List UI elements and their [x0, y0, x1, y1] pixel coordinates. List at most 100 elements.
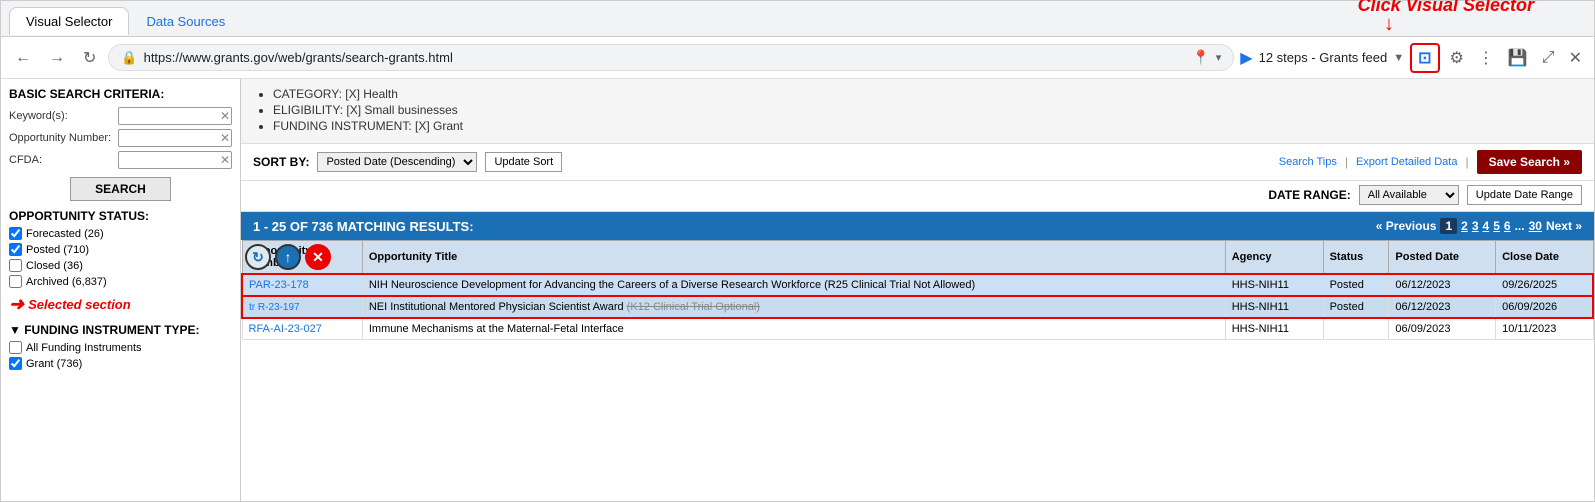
posted-checkbox[interactable] [9, 243, 22, 256]
update-sort-button[interactable]: Update Sort [485, 152, 562, 172]
all-funding-label: All Funding Instruments [26, 342, 142, 354]
opp-status-title: OPPORTUNITY STATUS: [9, 209, 232, 223]
results-table-wrap: ↻ ↑ ✕ OpportunityNumber Opportunity Titl… [241, 240, 1594, 501]
save-search-button[interactable]: Save Search » [1477, 150, 1582, 174]
table-row: PAR-23-178 NIH Neuroscience Development … [242, 274, 1593, 296]
search-button[interactable]: SEARCH [70, 177, 171, 201]
sort-select[interactable]: Posted Date (Descending) [317, 152, 477, 172]
close-button[interactable]: ✕ [1565, 44, 1586, 72]
posted-label: Posted (710) [26, 244, 89, 256]
mini-refresh-button[interactable]: ↻ [245, 244, 271, 270]
sidebar: BASIC SEARCH CRITERIA: Keyword(s): ✕ Opp… [1, 79, 241, 501]
mini-refresh-icon: ↻ [252, 249, 264, 266]
forward-icon: → [49, 49, 65, 66]
page-ellipsis: ... [1515, 219, 1525, 233]
col-title: Opportunity Title [362, 241, 1225, 275]
row3-number[interactable]: RFA-AI-23-027 [249, 323, 322, 335]
page-6[interactable]: 6 [1504, 219, 1511, 233]
pagination: « Previous 1 2 3 4 5 6 ... 30 Next » [1376, 218, 1582, 234]
row1-posted: 06/12/2023 [1389, 274, 1496, 296]
forecasted-checkbox[interactable] [9, 227, 22, 240]
row2-close: 06/09/2026 [1496, 296, 1593, 318]
keyword-clear-icon[interactable]: ✕ [220, 109, 230, 123]
search-tips-link[interactable]: Search Tips [1279, 156, 1337, 168]
mini-up-button[interactable]: ↑ [275, 244, 301, 270]
feed-dropdown-icon[interactable]: ▼ [1393, 52, 1404, 64]
results-table: OpportunityNumber Opportunity Title Agen… [241, 240, 1594, 340]
all-funding-checkbox[interactable] [9, 341, 22, 354]
lock-icon: 🔒 [121, 50, 137, 66]
visual-selector-button[interactable]: ⊡ [1410, 43, 1439, 73]
page-3[interactable]: 3 [1472, 219, 1479, 233]
url-text: https://www.grants.gov/web/grants/search… [144, 50, 1187, 65]
back-icon: ← [15, 49, 31, 66]
export-link[interactable]: Export Detailed Data [1356, 156, 1458, 168]
save-icon: 💾 [1508, 50, 1528, 67]
opp-number-clear-icon[interactable]: ✕ [220, 131, 230, 145]
row2-number[interactable]: tr R-23-197 [249, 302, 300, 313]
play-button[interactable]: ▶ [1240, 48, 1252, 68]
archived-label: Archived (6,837) [26, 276, 107, 288]
page-5[interactable]: 5 [1493, 219, 1500, 233]
selected-section-text: Selected section [28, 297, 131, 312]
expand-icon: ⤢ [1542, 49, 1555, 66]
keyword-input[interactable] [118, 107, 232, 125]
archived-checkbox[interactable] [9, 275, 22, 288]
criteria-item-0: CATEGORY: [X] Health [273, 87, 1582, 101]
forward-button[interactable]: → [43, 45, 71, 71]
mini-close-button[interactable]: ✕ [305, 244, 331, 270]
row3-title: Immune Mechanisms at the Maternal-Fetal … [362, 318, 1225, 340]
results-summary: 1 - 25 OF 736 MATCHING RESULTS: [253, 219, 474, 234]
feed-label[interactable]: 12 steps - Grants feed [1259, 50, 1388, 65]
close-icon: ✕ [1569, 50, 1582, 67]
closed-checkbox[interactable] [9, 259, 22, 272]
date-range-select[interactable]: All Available [1359, 185, 1459, 205]
expand-button[interactable]: ⤢ [1538, 45, 1559, 71]
page-4[interactable]: 4 [1483, 219, 1490, 233]
keyword-label: Keyword(s): [9, 110, 114, 122]
criteria-area: CATEGORY: [X] Health ELIGIBILITY: [X] Sm… [241, 79, 1594, 144]
grant-checkbox[interactable] [9, 357, 22, 370]
col-close: Close Date [1496, 241, 1593, 275]
more-button[interactable]: ⋮ [1474, 44, 1498, 72]
row1-number[interactable]: PAR-23-178 [249, 279, 309, 291]
mini-up-icon: ↑ [285, 249, 292, 265]
forecasted-label: Forecasted (26) [26, 228, 104, 240]
prev-button[interactable]: « Previous [1376, 219, 1437, 233]
grant-label: Grant (736) [26, 358, 82, 370]
page-1[interactable]: 1 [1440, 218, 1457, 234]
next-button[interactable]: Next » [1546, 219, 1582, 233]
row2-agency: HHS-NIH11 [1225, 296, 1323, 318]
address-bar[interactable]: 🔒 https://www.grants.gov/web/grants/sear… [108, 44, 1234, 71]
settings-icon: ⚙ [1450, 50, 1464, 67]
settings-button[interactable]: ⚙ [1446, 44, 1468, 72]
cfda-input[interactable] [118, 151, 232, 169]
closed-label: Closed (36) [26, 260, 83, 272]
row1-title: NIH Neuroscience Development for Advanci… [362, 274, 1225, 296]
criteria-item-1: ELIGIBILITY: [X] Small businesses [273, 103, 1582, 117]
basic-search-title: BASIC SEARCH CRITERIA: [9, 87, 232, 101]
page-2[interactable]: 2 [1461, 219, 1468, 233]
refresh-icon: ↻ [83, 50, 96, 67]
save-button[interactable]: 💾 [1504, 44, 1532, 72]
refresh-button[interactable]: ↻ [77, 44, 102, 72]
sort-label: SORT BY: [253, 155, 309, 169]
col-posted: Posted Date [1389, 241, 1496, 275]
opp-number-input[interactable] [118, 129, 232, 147]
tab-data-sources[interactable]: Data Sources [129, 7, 242, 35]
row3-status [1323, 318, 1389, 340]
col-status: Status [1323, 241, 1389, 275]
row3-agency: HHS-NIH11 [1225, 318, 1323, 340]
selected-section-annotation: ➜ Selected section [9, 294, 232, 315]
row1-agency: HHS-NIH11 [1225, 274, 1323, 296]
cfda-clear-icon[interactable]: ✕ [220, 153, 230, 167]
tab-visual-selector[interactable]: Visual Selector [9, 7, 129, 35]
divider-1: | [1345, 155, 1348, 169]
click-annotation: Click Visual Selector [1358, 0, 1534, 15]
update-date-button[interactable]: Update Date Range [1467, 185, 1582, 205]
cfda-label: CFDA: [9, 154, 114, 166]
page-last[interactable]: 30 [1529, 219, 1542, 233]
location-dropdown[interactable]: ▾ [1216, 51, 1222, 64]
back-button[interactable]: ← [9, 45, 37, 71]
toolbar-right: ▶ 12 steps - Grants feed ▼ ⊡ ⚙ ⋮ 💾 ⤢ ✕ [1240, 43, 1586, 73]
